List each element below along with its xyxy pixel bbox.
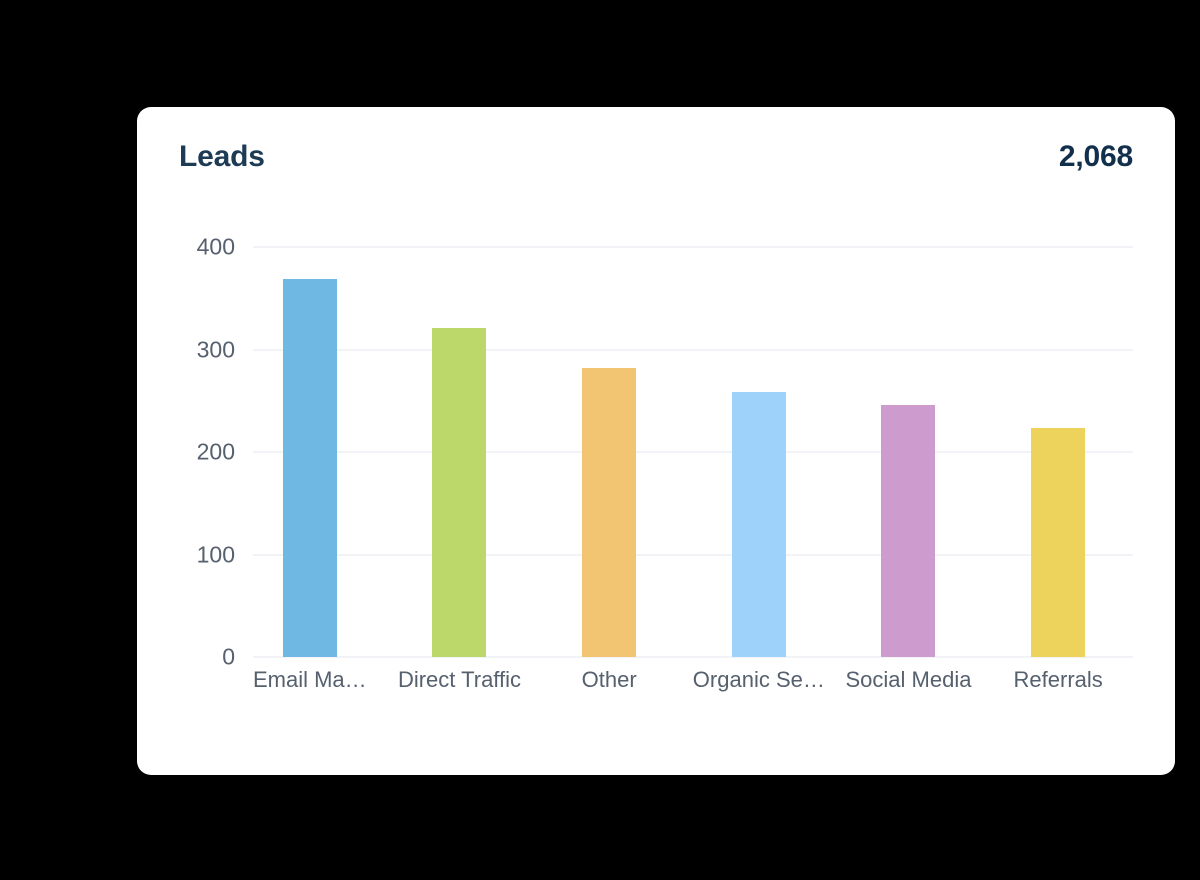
y-axis: 0 100 200 300 400: [179, 235, 235, 668]
x-axis-tick-label: Organic Se…: [692, 667, 825, 692]
x-axis-tick-label: Referrals: [1013, 667, 1103, 692]
bar-slot: [235, 247, 385, 657]
y-axis-tick-label: 400: [196, 233, 235, 260]
x-axis-tick-label: Email Ma…: [252, 667, 367, 692]
x-axis-tick-label: Other: [581, 667, 637, 692]
bar-slot: [983, 247, 1133, 657]
chart-bar[interactable]: [582, 367, 637, 657]
y-axis-tick-label: 0: [222, 643, 235, 670]
bar-chart-plot-area: 0 100 200 300 400 Email Ma… Direct Traffic Oth…: [179, 235, 1133, 727]
chart-bar[interactable]: [282, 278, 337, 657]
chart-bar[interactable]: [881, 404, 936, 657]
bar-slot: [834, 247, 984, 657]
y-axis-tick-label: 300: [196, 336, 235, 362]
y-axis-tick-label: 200: [196, 438, 235, 465]
page-title: Leads: [179, 140, 265, 173]
y-axis-tick-label: 100: [196, 541, 235, 567]
chart-bar[interactable]: [731, 391, 786, 657]
x-axis: Email Ma… Direct Traffic Other Organic Se… S…: [235, 665, 1133, 715]
x-axis-tick-label: Social Media: [845, 667, 972, 692]
total-value: 2,068: [1058, 140, 1133, 173]
page-background: Leads 2,068 0 100 200 300 400 Email Ma… Direc…: [0, 0, 1200, 880]
chart-bar[interactable]: [1031, 428, 1086, 657]
bar-slot: [385, 247, 535, 657]
card-header: Leads 2,068: [137, 107, 1175, 207]
x-axis-tick-label: Direct Traffic: [397, 667, 522, 692]
bar-slot: [684, 247, 834, 657]
leads-chart-card: Leads 2,068 0 100 200 300 400 Email Ma… Direc…: [137, 107, 1175, 775]
chart-bar[interactable]: [432, 327, 487, 657]
bar-slot: [534, 247, 684, 657]
bars-layer: [235, 247, 1133, 657]
